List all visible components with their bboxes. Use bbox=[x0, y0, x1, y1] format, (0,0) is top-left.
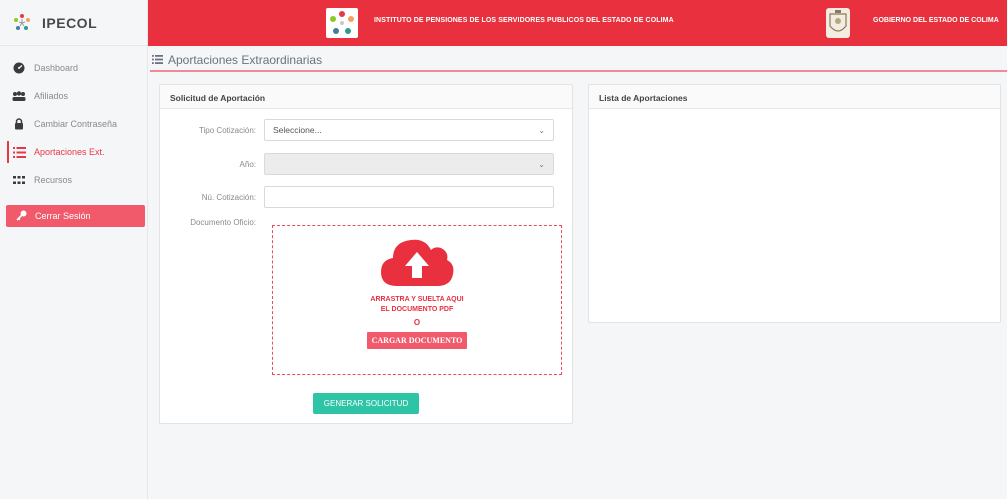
sidebar-item-label: Recursos bbox=[34, 175, 73, 185]
state-seal-icon bbox=[826, 8, 850, 38]
lock-icon bbox=[12, 118, 26, 130]
page-title-bar: Aportaciones Extraordinarias bbox=[150, 50, 1007, 72]
num-cotizacion-input[interactable] bbox=[264, 186, 554, 208]
dropzone-text: ARRASTRA Y SUELTA AQUI EL DOCUMENTO PDF bbox=[370, 295, 463, 315]
page-title: Aportaciones Extraordinarias bbox=[168, 53, 323, 67]
sidebar-item-afiliados[interactable]: Afiliados bbox=[0, 82, 147, 110]
sidebar-item-aportaciones[interactable]: Aportaciones Ext. bbox=[0, 138, 147, 166]
upload-document-button[interactable]: CARGAR DOCUMENTO bbox=[366, 332, 468, 349]
anio-row: Año: ⌄ bbox=[160, 153, 554, 175]
anio-select[interactable]: ⌄ bbox=[264, 153, 554, 175]
anio-label: Año: bbox=[239, 159, 256, 169]
brand-name: IPECOL bbox=[42, 14, 98, 31]
num-cotizacion-label: Nú. Cotización: bbox=[201, 192, 256, 202]
sidebar-item-label: Dashboard bbox=[34, 63, 79, 73]
dropzone-or: O bbox=[413, 318, 421, 327]
logout-button[interactable]: Cerrar Sesión bbox=[6, 205, 145, 227]
sidebar-nav: Dashboard Afiliados Cambiar Contraseña A… bbox=[0, 54, 147, 194]
sidebar-item-dashboard[interactable]: Dashboard bbox=[0, 54, 147, 82]
brand[interactable]: IPECOL bbox=[0, 0, 147, 46]
tipo-cotizacion-select[interactable]: Seleccione... ⌄ bbox=[264, 119, 554, 141]
cloud-upload-icon bbox=[379, 236, 455, 293]
key-icon bbox=[16, 210, 27, 223]
documento-oficio-row: Documento Oficio: bbox=[160, 218, 264, 227]
institute-logo-icon bbox=[326, 8, 358, 38]
tipo-cotizacion-label: Tipo Cotización: bbox=[198, 125, 256, 135]
tipo-cotizacion-row: Tipo Cotización: Seleccione... ⌄ bbox=[160, 119, 554, 141]
solicitud-card: Solicitud de Aportación Tipo Cotización:… bbox=[159, 84, 573, 424]
ipecol-logo-icon bbox=[12, 13, 32, 33]
sidebar: IPECOL Dashboard Afiliados Cambiar Contr… bbox=[0, 0, 148, 499]
users-icon bbox=[12, 90, 26, 102]
documento-oficio-label: Documento Oficio: bbox=[190, 218, 256, 227]
dropzone-line-2: EL DOCUMENTO PDF bbox=[380, 306, 454, 313]
list-icon bbox=[12, 146, 26, 158]
tipo-cotizacion-value: Seleccione... bbox=[273, 125, 322, 135]
list-icon bbox=[152, 51, 163, 69]
institute-title: INSTITUTO DE PENSIONES DE LOS SERVIDORES… bbox=[374, 17, 674, 24]
chevron-down-icon: ⌄ bbox=[538, 125, 545, 135]
sidebar-item-label: Cambiar Contraseña bbox=[34, 119, 118, 129]
government-title: GOBIERNO DEL ESTADO DE COLIMA bbox=[873, 17, 999, 24]
dashboard-icon bbox=[12, 62, 26, 74]
pdf-dropzone[interactable]: ARRASTRA Y SUELTA AQUI EL DOCUMENTO PDF … bbox=[272, 225, 562, 375]
logout-label: Cerrar Sesión bbox=[35, 211, 91, 221]
aportaciones-list-card: Lista de Aportaciones bbox=[588, 84, 1001, 323]
chevron-down-icon: ⌄ bbox=[538, 159, 545, 169]
sidebar-item-label: Afiliados bbox=[34, 91, 69, 101]
solicitud-card-header: Solicitud de Aportación bbox=[160, 85, 572, 109]
dropzone-line-1: ARRASTRA Y SUELTA AQUI bbox=[370, 296, 464, 303]
sidebar-item-recursos[interactable]: Recursos bbox=[0, 166, 147, 194]
num-cotizacion-row: Nú. Cotización: bbox=[160, 186, 554, 208]
topbar: INSTITUTO DE PENSIONES DE LOS SERVIDORES… bbox=[148, 0, 1007, 46]
sidebar-item-cambiar-contrasena[interactable]: Cambiar Contraseña bbox=[0, 110, 147, 138]
aportaciones-list-header: Lista de Aportaciones bbox=[589, 85, 1000, 109]
sidebar-item-label: Aportaciones Ext. bbox=[34, 147, 105, 157]
grid-icon bbox=[12, 174, 26, 186]
generate-request-button[interactable]: GENERAR SOLICITUD bbox=[313, 393, 419, 414]
